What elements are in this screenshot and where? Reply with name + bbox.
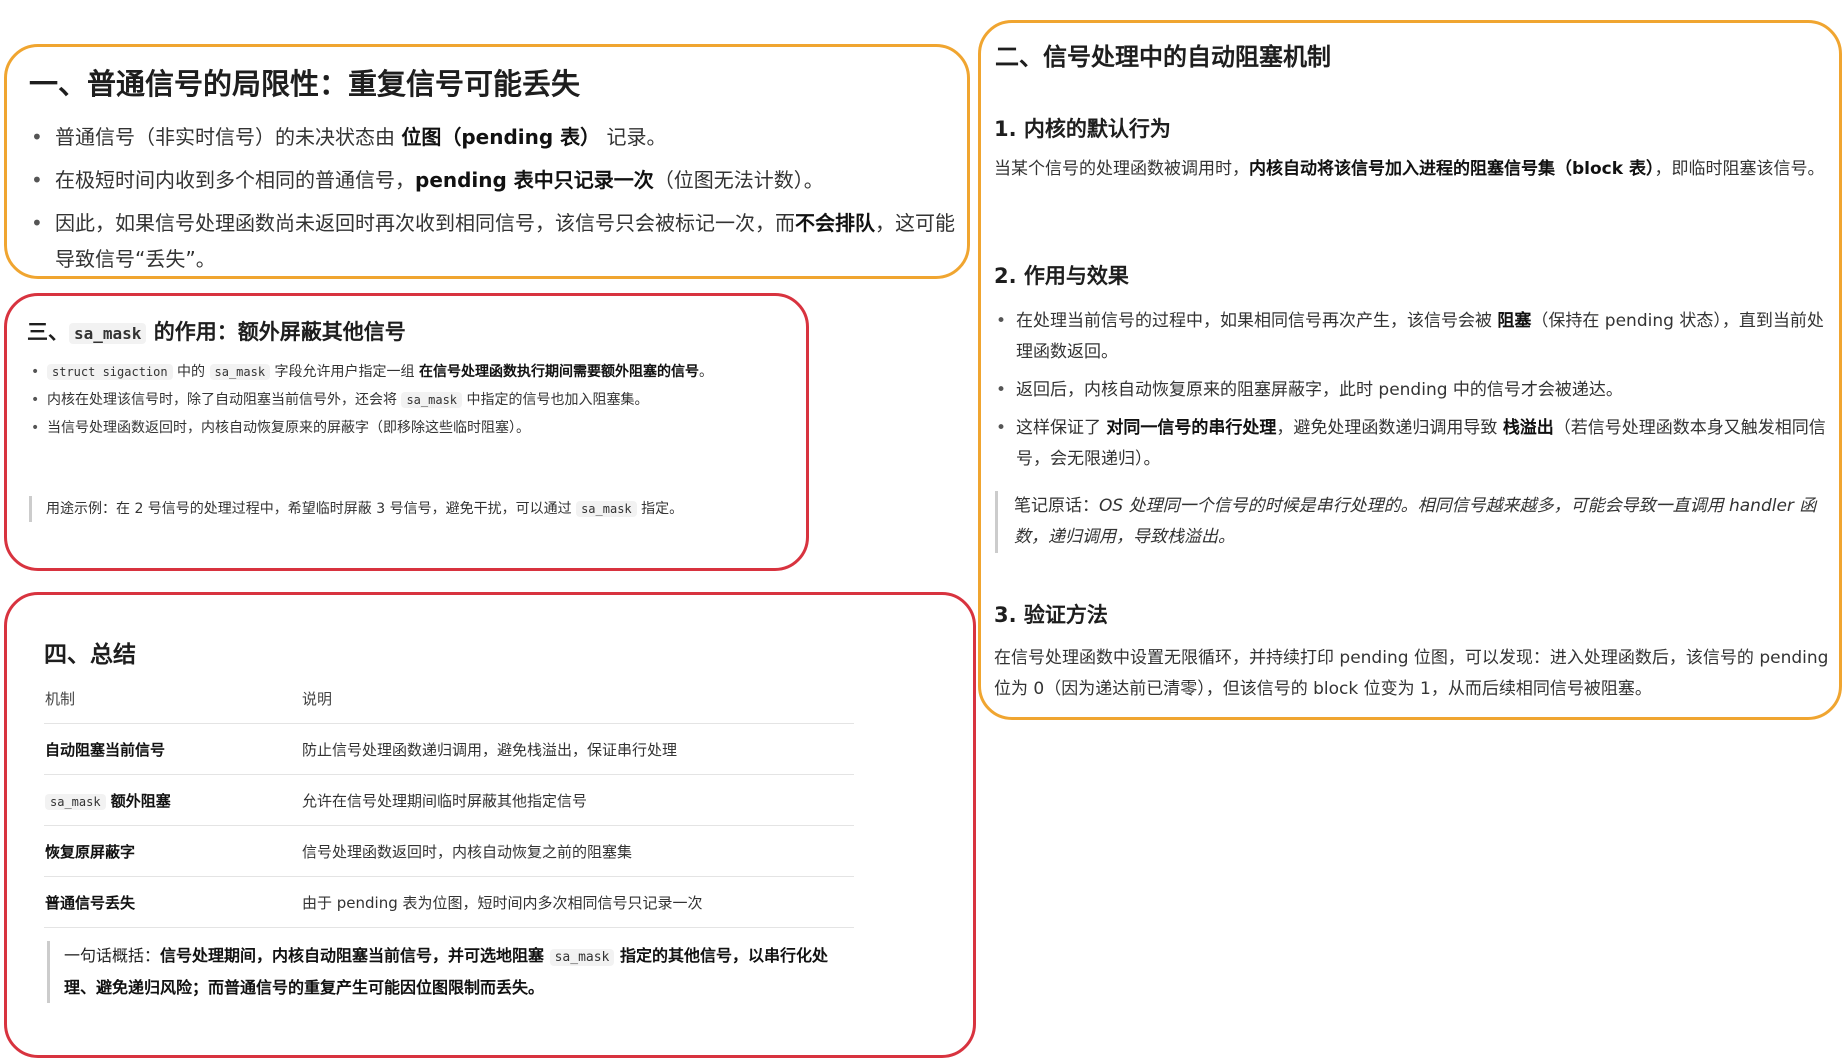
section-signal-limitation: 一、普通信号的局限性：重复信号可能丢失 普通信号（非实时信号）的未决状态由 位图… — [4, 44, 970, 279]
note-label: 笔记原话： — [1014, 496, 1099, 516]
list-item: 普通信号（非实时信号）的未决状态由 位图（pending 表） 记录。 — [29, 119, 967, 155]
summary-table: 机制 说明 自动阻塞当前信号 防止信号处理函数递归调用，避免栈溢出，保证串行处理… — [44, 673, 854, 928]
text: （位图无法计数）。 — [653, 168, 824, 192]
text: ，即临时阻塞该信号。 — [1654, 159, 1825, 179]
table-row: 恢复原屏蔽字 信号处理函数返回时，内核自动恢复之前的阻塞集 — [44, 825, 854, 877]
text: 在处理当前信号的过程中，如果相同信号再次产生，该信号会被 — [1016, 311, 1498, 331]
table-row: sa_mask 额外阻塞 允许在信号处理期间临时屏蔽其他指定信号 — [44, 774, 854, 826]
text: 三、 — [27, 320, 69, 344]
bold-text: 不会排队 — [795, 211, 875, 235]
section-title: 三、 sa_mask 的作用：额外屏蔽其他信号 — [27, 316, 406, 346]
bullet-list: 在处理当前信号的过程中，如果相同信号再次产生，该信号会被 阻塞（保持在 pend… — [994, 306, 1829, 475]
table-cell: sa_mask 额外阻塞 — [44, 774, 301, 826]
bold-text: pending 表中只记录一次 — [415, 168, 654, 192]
table-cell: 允许在信号处理期间临时屏蔽其他指定信号 — [301, 774, 854, 826]
section-auto-blocking: 二、信号处理中的自动阻塞机制 1. 内核的默认行为 当某个信号的处理函数被调用时… — [978, 20, 1842, 720]
paragraph: 在信号处理函数中设置无限循环，并持续打印 pending 位图，可以发现：进入处… — [994, 648, 1829, 699]
subheading-default-behavior: 1. 内核的默认行为 — [994, 117, 1171, 141]
text: 指定。 — [636, 501, 684, 517]
table-row: 普通信号丢失 由于 pending 表为位图，短时间内多次相同信号只记录一次 — [44, 876, 854, 928]
section-title: 四、总结 — [44, 642, 136, 668]
bold-text: 内核自动将该信号加入进程的阻塞信号集（block 表） — [1249, 159, 1655, 179]
column-header: 说明 — [301, 673, 854, 724]
text: 中指定的信号也加入阻塞集。 — [462, 392, 649, 408]
bold-text: 位图（pending 表） — [401, 125, 601, 149]
text: 字段允许用户指定一组 — [270, 364, 419, 380]
note-text: OS 处理同一个信号的时候是串行处理的。相同信号越来越多，可能会导致一直调用 h… — [1014, 496, 1817, 547]
bullet-list: 普通信号（非实时信号）的未决状态由 位图（pending 表） 记录。 在极短时… — [29, 119, 967, 276]
text: 普通信号（非实时信号）的未决状态由 — [55, 125, 402, 149]
text: ，避免处理函数递归调用导致 — [1276, 418, 1503, 438]
note-blockquote: 笔记原话：OS 处理同一个信号的时候是串行处理的。相同信号越来越多，可能会导致一… — [995, 491, 1826, 553]
text: 。 — [698, 364, 713, 380]
table-header-row: 机制 说明 — [44, 673, 854, 724]
text: 用途示例：在 2 号信号的处理过程中，希望临时屏蔽 3 号信号，避免干扰，可以通… — [46, 501, 577, 517]
section-title: 一、普通信号的局限性：重复信号可能丢失 — [29, 67, 581, 101]
text: 内核在处理该信号时，除了自动阻塞当前信号外，还会将 — [47, 392, 402, 408]
inline-code: sa_mask — [209, 364, 271, 380]
bold-text: 栈溢出 — [1502, 418, 1554, 438]
inline-code: sa_mask — [549, 949, 615, 966]
subheading-verification: 3. 验证方法 — [994, 603, 1108, 627]
text: 这样保证了 — [1016, 418, 1107, 438]
inline-code: sa_mask — [576, 501, 637, 517]
list-item: 内核在处理该信号时，除了自动阻塞当前信号外，还会将 sa_mask 中指定的信号… — [29, 386, 749, 414]
section-title: 二、信号处理中的自动阻塞机制 — [995, 43, 1331, 71]
inline-code: sa_mask — [69, 323, 147, 344]
text: 额外阻塞 — [105, 791, 171, 810]
table-row: 自动阻塞当前信号 防止信号处理函数递归调用，避免栈溢出，保证串行处理 — [44, 723, 854, 775]
text: 在极短时间内收到多个相同的普通信号， — [55, 168, 415, 192]
list-item: struct sigaction 中的 sa_mask 字段允许用户指定一组 在… — [29, 358, 749, 386]
text: 中的 — [172, 364, 210, 380]
column-header: 机制 — [44, 673, 301, 724]
bold-text: 在信号处理函数执行期间需要额外阻塞的信号 — [418, 364, 699, 380]
example-blockquote: 用途示例：在 2 号信号的处理过程中，希望临时屏蔽 3 号信号，避免干扰，可以通… — [29, 496, 806, 522]
section-summary: 四、总结 机制 说明 自动阻塞当前信号 防止信号处理函数递归调用，避免栈溢出，保… — [4, 592, 976, 1058]
list-item: 当信号处理函数返回时，内核自动恢复原来的屏蔽字（即移除这些临时阻塞）。 — [29, 414, 749, 442]
list-item: 在极短时间内收到多个相同的普通信号，pending 表中只记录一次（位图无法计数… — [29, 162, 967, 198]
section-sa-mask: 三、sa_mask 的作用：额外屏蔽其他信号 struct sigaction … — [4, 293, 809, 571]
table-cell: 恢复原屏蔽字 — [44, 825, 301, 877]
inline-code: sa_mask — [401, 392, 463, 408]
list-item: 返回后，内核自动恢复原来的阻塞屏蔽字，此时 pending 中的信号才会被递达。 — [994, 375, 1829, 406]
bold-text: 阻塞 — [1497, 311, 1532, 331]
inline-code: sa_mask — [45, 793, 106, 810]
subheading-effects: 2. 作用与效果 — [994, 264, 1129, 288]
paragraph: 当某个信号的处理函数被调用时，内核自动将该信号加入进程的阻塞信号集（block … — [994, 154, 1829, 185]
inline-code: struct sigaction — [47, 364, 173, 380]
list-item: 这样保证了 对同一信号的串行处理，避免处理函数递归调用导致 栈溢出（若信号处理函… — [994, 413, 1829, 475]
bold-text: 对同一信号的串行处理 — [1106, 418, 1277, 438]
table-cell: 普通信号丢失 — [44, 876, 301, 928]
summary-blockquote: 一句话概括：信号处理期间，内核自动阻塞当前信号，并可选地阻塞 sa_mask 指… — [47, 941, 844, 1003]
text: 因此，如果信号处理函数尚未返回时再次收到相同信号，该信号只会被标记一次，而 — [55, 211, 795, 235]
bullet-list: struct sigaction 中的 sa_mask 字段允许用户指定一组 在… — [29, 358, 749, 442]
text: 记录。 — [600, 125, 667, 149]
text: 当某个信号的处理函数被调用时， — [994, 159, 1249, 179]
list-item: 因此，如果信号处理函数尚未返回时再次收到相同信号，该信号只会被标记一次，而不会排… — [29, 205, 967, 276]
table-cell: 由于 pending 表为位图，短时间内多次相同信号只记录一次 — [301, 876, 854, 928]
list-item: 在处理当前信号的过程中，如果相同信号再次产生，该信号会被 阻塞（保持在 pend… — [994, 306, 1829, 368]
text: 的作用：额外屏蔽其他信号 — [146, 320, 406, 344]
table-cell: 防止信号处理函数递归调用，避免栈溢出，保证串行处理 — [301, 723, 854, 775]
bold-text: 信号处理期间，内核自动阻塞当前信号，并可选地阻塞 — [160, 946, 550, 965]
text: 一句话概括： — [64, 946, 161, 965]
table-cell: 信号处理函数返回时，内核自动恢复之前的阻塞集 — [301, 825, 854, 877]
table-cell: 自动阻塞当前信号 — [44, 723, 301, 775]
